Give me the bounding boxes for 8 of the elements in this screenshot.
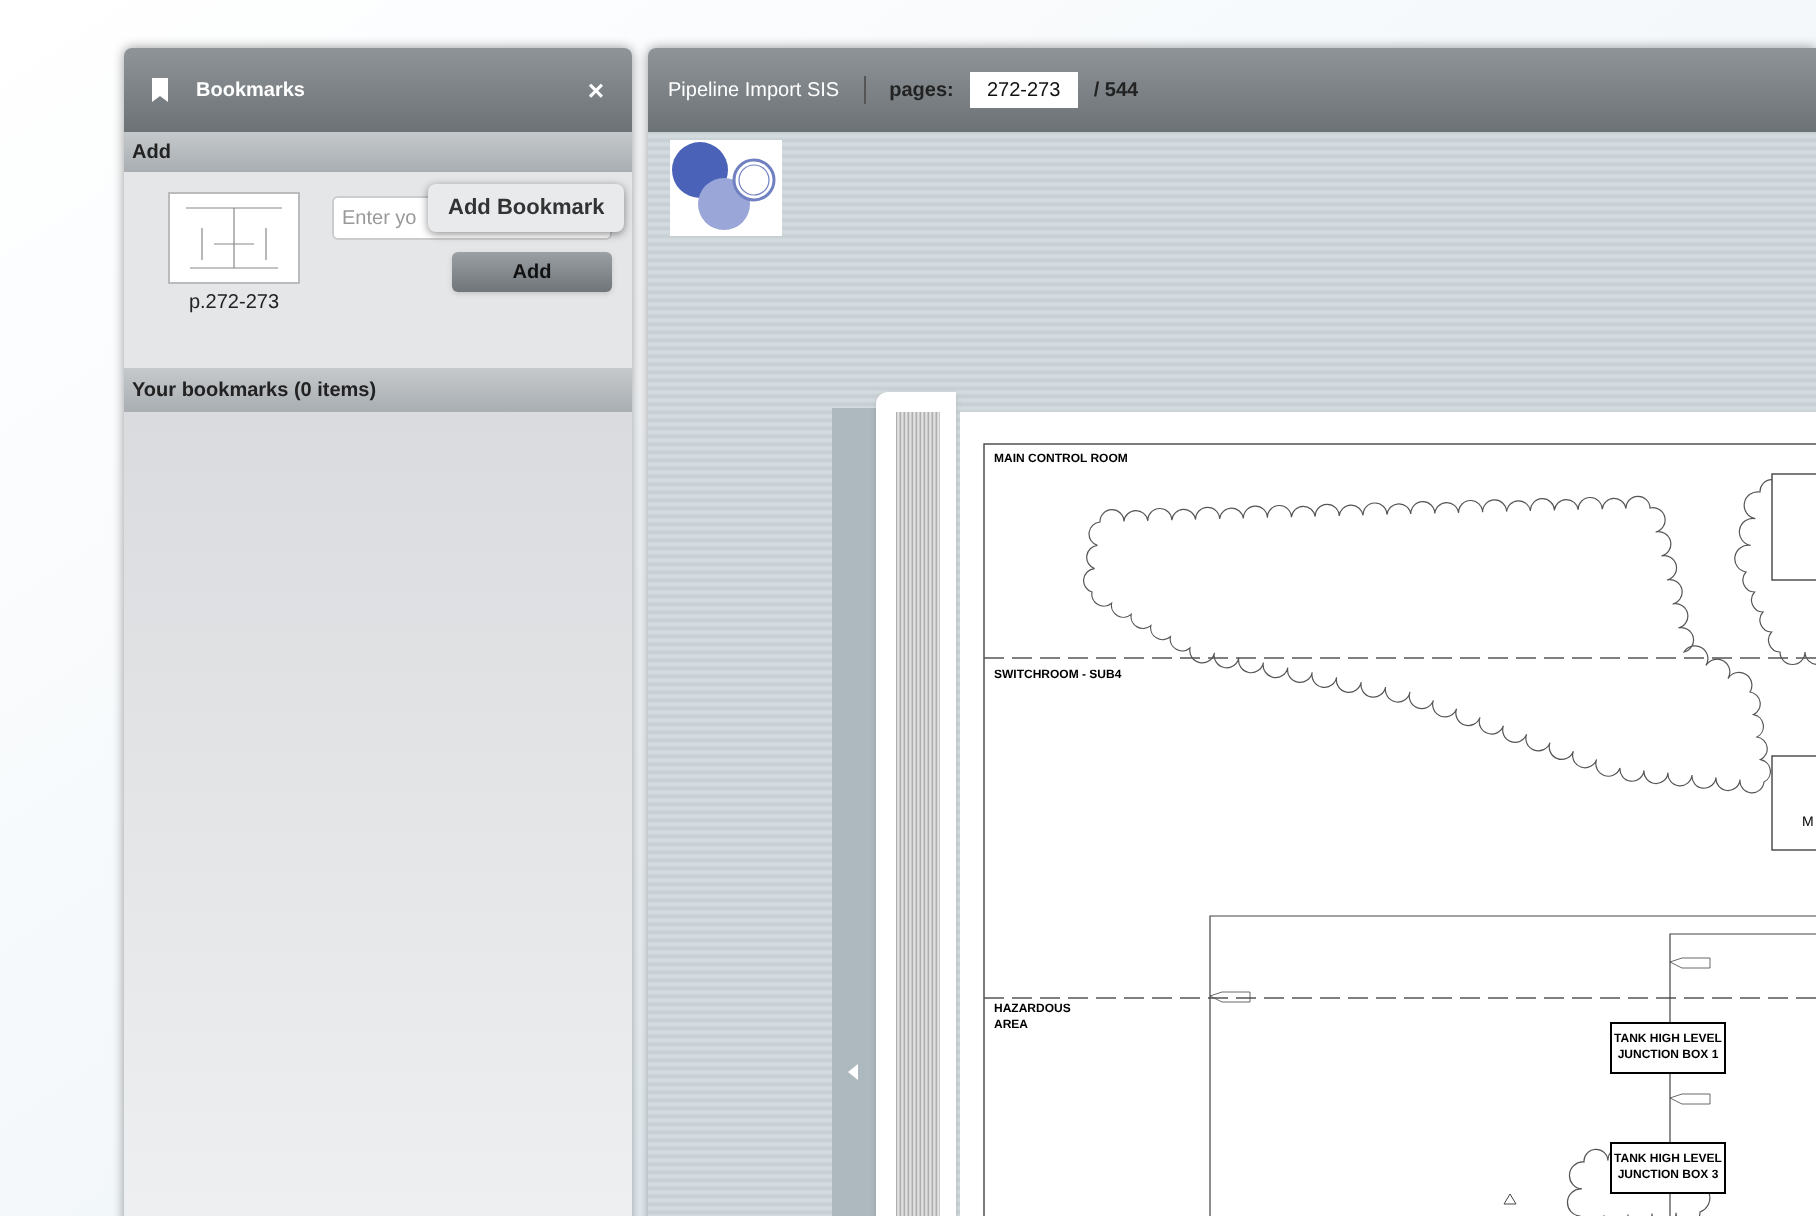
document-title: Pipeline Import SIS bbox=[668, 77, 840, 105]
tooltip: Add Bookmark bbox=[428, 184, 625, 232]
section-title: Your bookmarks (0 items) bbox=[132, 377, 377, 405]
panel-title: Bookmarks bbox=[196, 77, 305, 105]
thumbnail-caption: p.272-273 bbox=[188, 290, 280, 318]
section-title: Add bbox=[132, 139, 171, 167]
pages-label: pages: bbox=[889, 77, 954, 105]
page-total: / 544 bbox=[1093, 77, 1139, 105]
